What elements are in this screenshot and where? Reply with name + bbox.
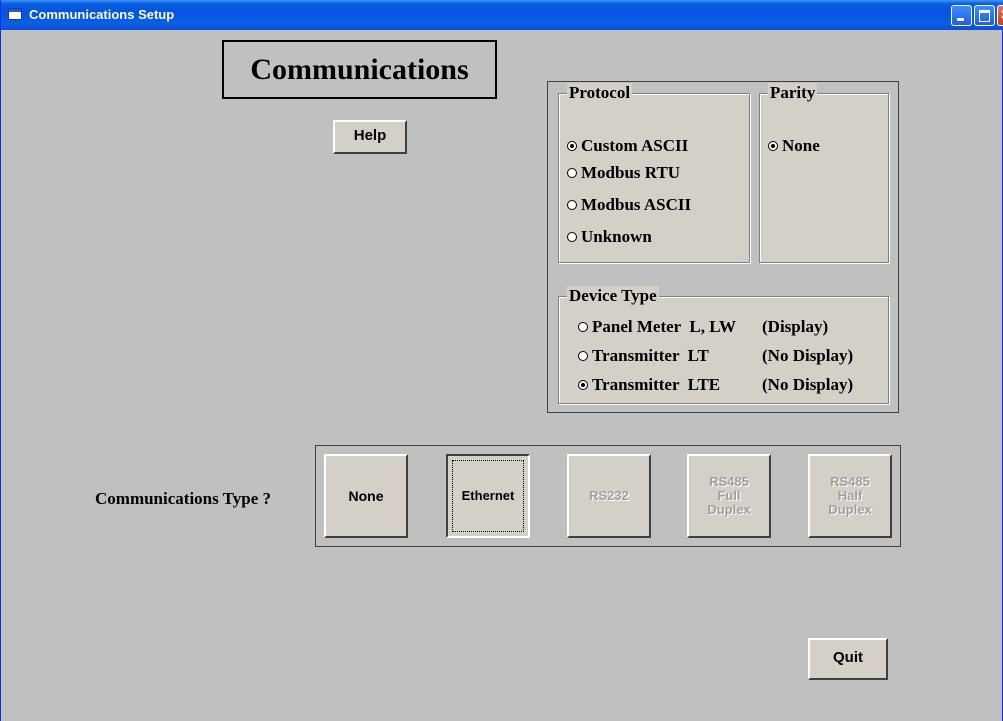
minimize-button[interactable] (951, 5, 972, 26)
comm-type-rs485-half-line2: Half (837, 488, 863, 503)
quit-button[interactable]: Quit (808, 638, 888, 680)
device-type-group-title: Device Type (567, 286, 659, 306)
radio-icon[interactable] (768, 141, 778, 151)
protocol-option-label: Modbus ASCII (581, 195, 692, 214)
parity-group-title: Parity (768, 83, 818, 103)
device-option-transmitter-lte[interactable]: Transmitter LTE (No Display) (578, 375, 853, 395)
communications-type-label: Communications Type ? (95, 489, 272, 508)
radio-icon[interactable] (567, 232, 577, 242)
focus-ring (452, 460, 524, 532)
comm-type-rs232-button[interactable]: RS232 (567, 454, 651, 538)
page-title: Communications (222, 40, 497, 99)
parity-group: Parity None (759, 83, 889, 263)
maximize-button[interactable] (974, 5, 995, 26)
protocol-option-label: Custom ASCII (581, 136, 689, 155)
comm-type-none-label: None (348, 488, 384, 504)
radio-icon[interactable] (578, 380, 588, 390)
device-option-panel-meter[interactable]: Panel Meter L, LW (Display) (578, 317, 828, 337)
help-button[interactable]: Help (333, 120, 407, 154)
protocol-group-title: Protocol (567, 83, 633, 103)
radio-icon[interactable] (567, 141, 577, 151)
device-option-display: (No Display) (762, 346, 854, 365)
radio-icon[interactable] (567, 200, 577, 210)
protocol-option-label: Modbus RTU (581, 163, 681, 182)
comm-type-none-button[interactable]: None (324, 454, 408, 538)
radio-icon[interactable] (578, 322, 588, 332)
protocol-option-modbus-ascii[interactable]: Modbus ASCII (567, 195, 691, 215)
comm-type-rs485-full-line1: RS485 (709, 474, 749, 489)
protocol-option-custom-ascii[interactable]: Custom ASCII (567, 136, 688, 156)
parity-option-none[interactable]: None (768, 136, 820, 156)
radio-icon[interactable] (578, 351, 588, 361)
device-option-display: (No Display) (762, 375, 854, 394)
comm-type-rs232-label: RS232 (589, 488, 629, 503)
protocol-group: Protocol Custom ASCII Modbus RTU Modbus … (558, 83, 750, 263)
parity-option-label: None (782, 136, 820, 155)
device-type-group: Device Type Panel Meter L, LW (Display) T… (558, 286, 889, 404)
comm-type-rs485-full-line2: Full (717, 488, 741, 503)
comm-type-rs485-full-duplex-button[interactable]: RS485 Full Duplex (687, 454, 771, 538)
protocol-option-unknown[interactable]: Unknown (567, 227, 652, 247)
comm-type-ethernet-button[interactable]: Ethernet (446, 454, 530, 538)
title-bar[interactable]: Communications Setup (1, 0, 1003, 30)
comm-type-rs485-half-line3: Duplex (828, 502, 872, 517)
comm-type-rs485-half-duplex-button[interactable]: RS485 Half Duplex (808, 454, 892, 538)
device-option-transmitter-lt[interactable]: Transmitter LT (No Display) (578, 346, 853, 366)
comm-type-rs485-half-line1: RS485 (830, 474, 870, 489)
window-title: Communications Setup (29, 7, 175, 22)
device-option-display: (Display) (762, 317, 829, 336)
settings-panel: Protocol Custom ASCII Modbus RTU Modbus … (547, 81, 899, 413)
device-option-name: Transmitter LT (592, 346, 709, 365)
radio-icon[interactable] (567, 168, 577, 178)
close-button[interactable] (997, 5, 1003, 26)
comm-type-rs485-full-line3: Duplex (707, 502, 751, 517)
protocol-option-modbus-rtu[interactable]: Modbus RTU (567, 163, 680, 183)
device-option-name: Panel Meter L, LW (592, 317, 737, 336)
device-option-name: Transmitter LTE (592, 375, 721, 394)
app-icon[interactable] (8, 8, 22, 20)
protocol-option-label: Unknown (581, 227, 652, 246)
communications-setup-window: Communications Setup Communications Help… (0, 0, 1003, 721)
